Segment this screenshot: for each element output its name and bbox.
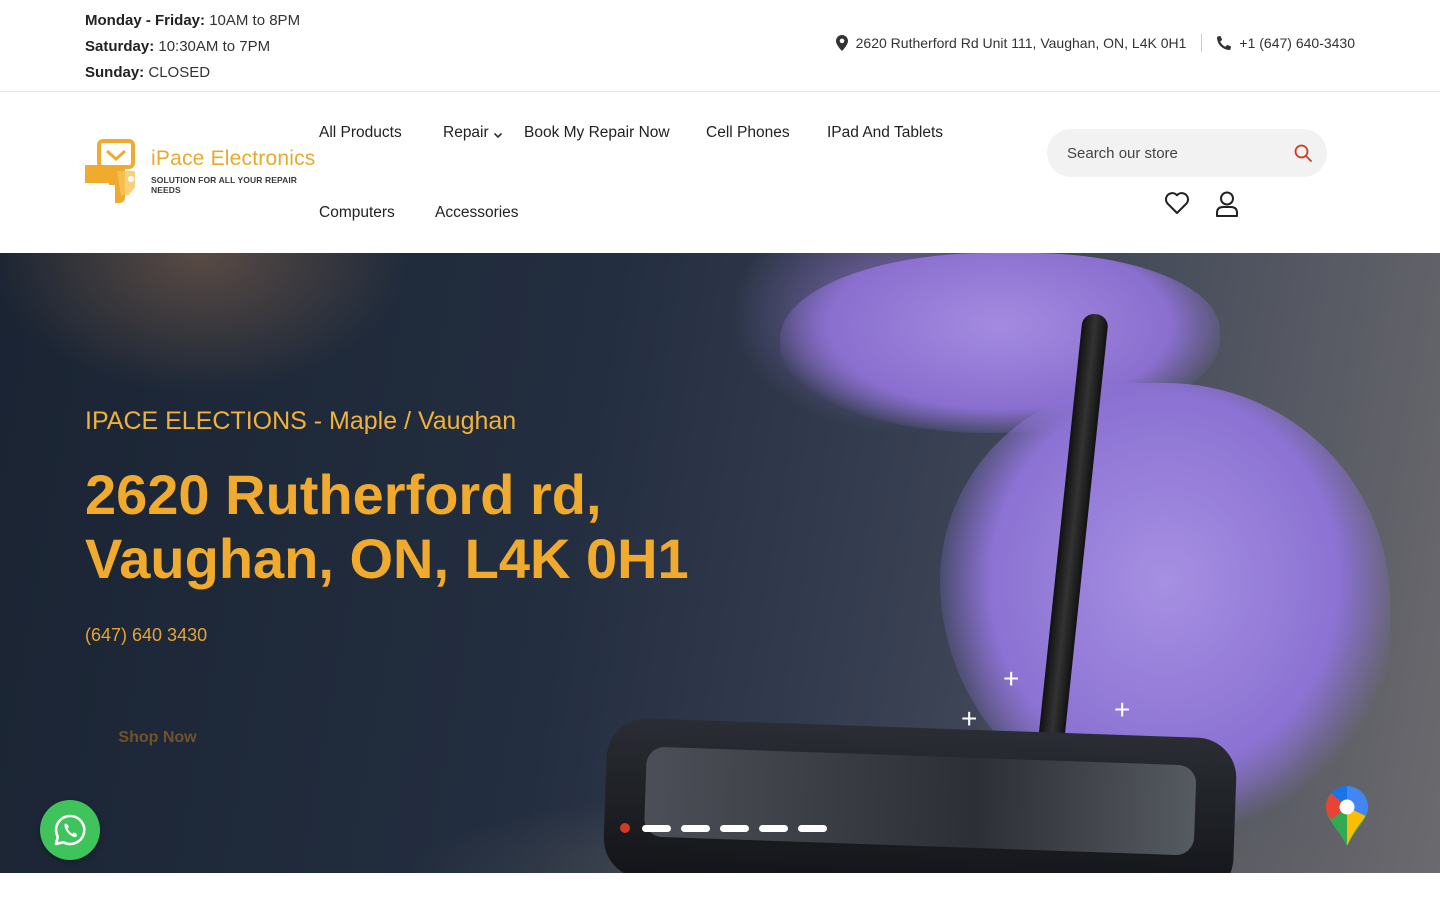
- hours-row-sunday: Sunday: CLOSED: [85, 60, 300, 86]
- logo-text: iPace Electronics SOLUTION FOR ALL YOUR …: [151, 147, 317, 195]
- nav-item-cell-phones[interactable]: Cell Phones: [706, 124, 790, 142]
- address-link[interactable]: 2620 Rutherford Rd Unit 111, Vaughan, ON…: [835, 35, 1187, 51]
- slide-dot-1[interactable]: [620, 823, 630, 833]
- slide-dot-5[interactable]: [759, 824, 788, 832]
- hours-time: 10:30AM to 7PM: [158, 38, 271, 55]
- phone-icon: [1217, 36, 1232, 50]
- hero-image-phone-board: [643, 746, 1197, 856]
- site-logo[interactable]: iPace Electronics SOLUTION FOR ALL YOUR …: [85, 139, 317, 207]
- slide-dot-6[interactable]: [798, 824, 827, 832]
- hero-subtitle: IPACE ELECTIONS - Maple / Vaughan: [85, 407, 517, 435]
- slider-pagination: [620, 823, 827, 833]
- nav-item-ipad-tablets[interactable]: IPad And Tablets: [827, 124, 943, 142]
- sparkle-icon: +: [1003, 663, 1020, 694]
- hero-phone: (647) 640 3430: [85, 625, 208, 645]
- slide-dot-4[interactable]: [720, 824, 749, 832]
- search-bar: [1047, 129, 1327, 177]
- chevron-down-icon[interactable]: [493, 127, 503, 145]
- account-user-icon[interactable]: [1215, 191, 1241, 217]
- top-info-bar: Monday - Friday: 10AM to 8PM Saturday: 1…: [0, 0, 1440, 92]
- logo-title: iPace Electronics: [151, 147, 316, 170]
- whatsapp-icon: [54, 814, 86, 846]
- wishlist-heart-icon[interactable]: [1164, 191, 1190, 217]
- logo-tagline: SOLUTION FOR ALL YOUR REPAIR NEEDS: [151, 175, 298, 195]
- map-pin-icon: [835, 35, 848, 51]
- contact-info: 2620 Rutherford Rd Unit 111, Vaughan, ON…: [835, 34, 1355, 52]
- hours-time: CLOSED: [148, 64, 211, 81]
- google-maps-pin-icon: [1326, 786, 1368, 846]
- address-text: 2620 Rutherford Rd Unit 111, Vaughan, ON…: [855, 35, 1187, 51]
- nav-item-computers[interactable]: Computers: [319, 204, 395, 222]
- hours-time: 10AM to 8PM: [209, 12, 301, 29]
- divider: [1201, 34, 1203, 52]
- google-maps-button[interactable]: [1324, 784, 1370, 848]
- logo-mark-icon: [85, 139, 135, 203]
- nav-item-book-repair[interactable]: Book My Repair Now: [524, 124, 670, 142]
- shop-now-button[interactable]: Shop Now: [85, 721, 230, 755]
- hero-slider: + + + IPACE ELECTIONS - Maple / Vaughan …: [0, 253, 1440, 873]
- slide-dot-2[interactable]: [642, 824, 671, 832]
- search-icon[interactable]: [1293, 143, 1313, 163]
- hours-row-weekdays: Monday - Friday: 10AM to 8PM: [85, 8, 300, 34]
- hours-row-saturday: Saturday: 10:30AM to 7PM: [85, 34, 300, 60]
- hours-day: Sunday:: [85, 64, 145, 81]
- phone-text: +1 (647) 640-3430: [1239, 35, 1355, 51]
- hours-day: Saturday:: [85, 38, 155, 55]
- hours-day: Monday - Friday:: [85, 12, 206, 29]
- site-header: iPace Electronics SOLUTION FOR ALL YOUR …: [0, 93, 1440, 253]
- hero-title: 2620 Rutherford rd, Vaughan, ON, L4K 0H1: [85, 463, 689, 590]
- store-hours: Monday - Friday: 10AM to 8PM Saturday: 1…: [85, 8, 300, 86]
- phone-link[interactable]: +1 (647) 640-3430: [1217, 35, 1355, 51]
- slide-dot-3[interactable]: [681, 824, 710, 832]
- sparkle-icon: +: [1114, 694, 1131, 725]
- nav-item-repair[interactable]: Repair: [443, 124, 489, 142]
- nav-item-all-products[interactable]: All Products: [319, 124, 402, 142]
- nav-item-accessories[interactable]: Accessories: [435, 204, 519, 222]
- whatsapp-chat-button[interactable]: [40, 800, 100, 860]
- sparkle-icon: +: [961, 703, 978, 734]
- hero-image-phone: [602, 717, 1238, 873]
- search-input[interactable]: [1067, 129, 1277, 177]
